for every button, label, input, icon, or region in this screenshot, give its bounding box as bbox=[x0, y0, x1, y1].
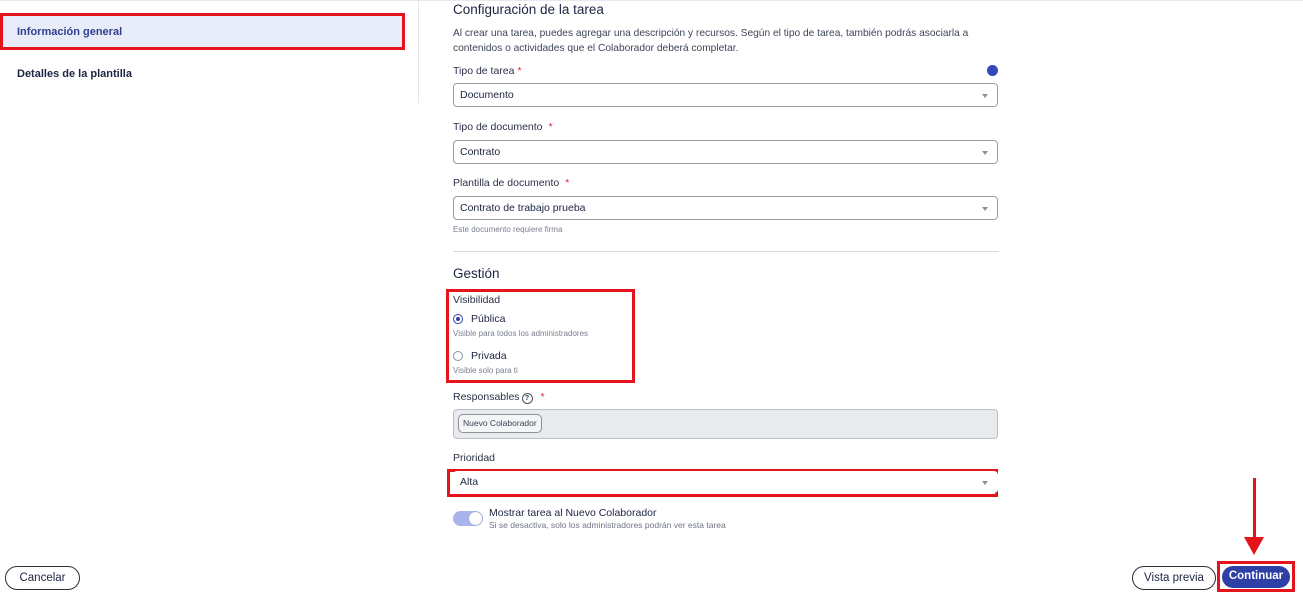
question-circle-icon[interactable]: ? bbox=[521, 393, 533, 404]
arrow-head bbox=[1244, 537, 1264, 555]
document-template-label: Plantilla de documento * bbox=[453, 177, 570, 189]
continue-button[interactable]: Continuar bbox=[1222, 566, 1290, 588]
task-type-label: Tipo de tarea * bbox=[453, 65, 522, 77]
task-type-select[interactable]: Documento bbox=[453, 83, 998, 107]
radio-privada-label[interactable]: Privada bbox=[471, 350, 507, 362]
priority-label: Prioridad bbox=[453, 452, 496, 464]
status-dot bbox=[987, 65, 998, 76]
show-task-label: Mostrar tarea al Nuevo Colaborador bbox=[489, 507, 657, 519]
preview-button[interactable]: Vista previa bbox=[1132, 566, 1216, 590]
sidebar-item-informacion-general[interactable]: Información general bbox=[0, 13, 405, 50]
priority-select[interactable]: Alta bbox=[453, 471, 998, 493]
chevron-down-icon bbox=[982, 481, 988, 485]
responsible-chip[interactable]: Nuevo Colaborador bbox=[458, 414, 542, 433]
responsibles-field[interactable]: Nuevo Colaborador bbox=[453, 409, 998, 439]
section-title-gestion: Gestión bbox=[453, 266, 500, 281]
radio-publica[interactable] bbox=[453, 314, 463, 324]
document-template-helper: Este documento requiere firma bbox=[453, 225, 563, 234]
document-type-value: Contrato bbox=[460, 146, 501, 158]
chevron-down-icon bbox=[982, 207, 988, 211]
cancel-button[interactable]: Cancelar bbox=[5, 566, 80, 590]
responsibles-label: Responsables? * bbox=[453, 391, 545, 404]
radio-publica-label[interactable]: Pública bbox=[471, 313, 505, 325]
radio-publica-helper: Visible para todos los administradores bbox=[453, 329, 589, 338]
sidebar-item-label: Información general bbox=[17, 26, 123, 38]
sidebar-item-detalles-plantilla[interactable]: Detalles de la plantilla bbox=[0, 62, 405, 86]
required-mark: * bbox=[540, 391, 545, 403]
section-divider bbox=[453, 251, 999, 252]
section-title-config: Configuración de la tarea bbox=[453, 2, 604, 17]
toggle-knob bbox=[469, 512, 482, 525]
required-mark: * bbox=[548, 121, 553, 133]
show-task-toggle[interactable] bbox=[453, 511, 483, 526]
priority-value: Alta bbox=[460, 476, 479, 488]
radio-privada[interactable] bbox=[453, 351, 463, 361]
sidebar: Información general Detalles de la plant… bbox=[0, 0, 419, 105]
show-task-helper: Si se desactiva, solo los administradore… bbox=[489, 520, 726, 530]
document-type-label: Tipo de documento * bbox=[453, 121, 553, 133]
sidebar-item-label: Detalles de la plantilla bbox=[17, 68, 132, 80]
chevron-down-icon bbox=[982, 94, 988, 98]
arrow-down-icon bbox=[1253, 478, 1256, 538]
document-type-select[interactable]: Contrato bbox=[453, 140, 998, 164]
section-description: Al crear una tarea, puedes agregar una d… bbox=[453, 28, 969, 54]
required-mark: * bbox=[565, 177, 570, 189]
required-mark: * bbox=[517, 65, 522, 77]
document-template-select[interactable]: Contrato de trabajo prueba bbox=[453, 196, 998, 220]
document-template-value: Contrato de trabajo prueba bbox=[460, 202, 586, 214]
radio-privada-helper: Visible solo para ti bbox=[453, 366, 518, 375]
task-type-value: Documento bbox=[460, 89, 514, 101]
visibility-label: Visibilidad bbox=[453, 294, 501, 306]
chevron-down-icon bbox=[982, 151, 988, 155]
